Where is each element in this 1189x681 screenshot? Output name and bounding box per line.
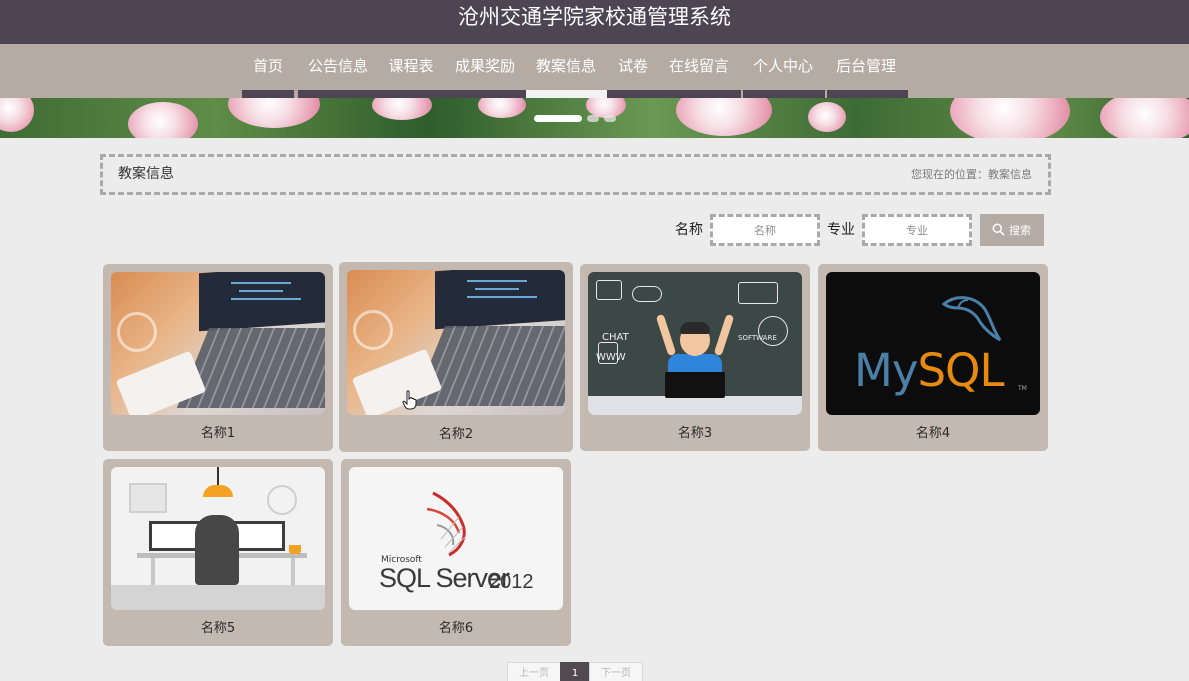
next-page-button[interactable]: 下一页 — [589, 662, 643, 681]
chalk-word: CHAT — [602, 332, 629, 343]
card-thumbnail-sql-server: Microsoft SQL Server 2012 — [349, 467, 563, 610]
laptop-keyboard — [412, 326, 565, 406]
mysql-logo-text: MySQL — [854, 344, 1005, 397]
major-search-input[interactable] — [862, 214, 972, 246]
hand-cursor-icon — [402, 390, 417, 410]
breadcrumb-location: 您现在的位置：教案信息 — [911, 168, 1032, 181]
card-thumbnail-kid-chalkboard: CHAT WWW SOFTWARE — [588, 272, 802, 415]
site-title: 沧州交通学院家校通管理系统 — [458, 5, 731, 29]
lesson-card[interactable]: 名称5 — [103, 459, 333, 646]
nav-underline — [607, 90, 741, 98]
nav-underline — [242, 90, 294, 98]
code-line — [467, 296, 537, 298]
name-field-label: 名称 — [675, 222, 703, 238]
card-name: 名称6 — [438, 621, 474, 636]
lesson-card[interactable]: 名称1 — [103, 264, 333, 451]
code-line — [231, 298, 301, 300]
nav-underline — [827, 90, 908, 98]
card-name: 名称2 — [438, 427, 474, 442]
sql-server-logo-icon — [426, 491, 466, 557]
desk — [588, 396, 802, 415]
laptop — [665, 372, 725, 398]
page-number-current[interactable]: 1 — [560, 662, 590, 681]
banner-flower — [478, 98, 526, 118]
lesson-card[interactable]: MySQL TM 名称4 — [818, 264, 1048, 451]
search-icon — [992, 223, 1005, 236]
person-figure — [195, 515, 239, 585]
lesson-card[interactable]: Microsoft SQL Server 2012 名称6 — [341, 459, 571, 646]
banner-flower — [950, 98, 1070, 138]
banner-flower — [808, 102, 846, 132]
banner-flower — [372, 98, 432, 120]
nav-underline — [743, 90, 825, 98]
doodle-box — [596, 280, 622, 300]
card-thumbnail-office — [111, 467, 325, 610]
page-title: 教案信息 — [118, 166, 174, 182]
banner-flower — [0, 98, 34, 132]
laptop-screen — [199, 272, 325, 332]
card-thumbnail-laptop — [111, 272, 325, 415]
banner-indicator-3[interactable] — [604, 115, 616, 122]
banner-flower — [676, 98, 772, 136]
trademark-mark: TM — [1018, 385, 1027, 392]
desk-leg — [151, 558, 155, 588]
nav-underline — [298, 90, 526, 98]
desk-leg — [291, 558, 295, 588]
chalk-word: WWW — [596, 352, 626, 363]
banner-indicator-2[interactable] — [587, 115, 599, 122]
ring-decoration — [117, 312, 157, 352]
code-line — [231, 282, 291, 284]
lamp-cord — [217, 467, 219, 485]
banner-indicator-1[interactable] — [534, 115, 582, 122]
search-button[interactable]: 搜索 — [980, 214, 1044, 246]
wall-frame — [129, 483, 167, 513]
lesson-card[interactable]: CHAT WWW SOFTWARE 名称3 — [580, 264, 810, 451]
prev-page-button[interactable]: 上一页 — [507, 662, 561, 681]
name-search-input[interactable] — [710, 214, 820, 246]
card-name: 名称5 — [200, 621, 236, 636]
doodle-box — [738, 282, 778, 304]
kid-hair — [680, 322, 710, 334]
card-thumbnail-mysql: MySQL TM — [826, 272, 1040, 415]
major-field-label: 专业 — [827, 222, 855, 238]
mysql-logo-my: My — [854, 344, 918, 397]
code-line — [239, 290, 283, 292]
banner-flower — [228, 98, 320, 128]
clock-icon — [267, 485, 297, 515]
mysql-dolphin-icon — [941, 296, 1002, 342]
nav-underline-active — [526, 90, 607, 98]
kid-arm — [713, 313, 735, 357]
card-name: 名称3 — [677, 426, 713, 441]
ring-decoration — [353, 310, 393, 350]
lamp-icon — [203, 485, 233, 497]
breadcrumb: 教案信息 您现在的位置：教案信息 — [100, 154, 1051, 195]
card-thumbnail-laptop — [347, 270, 565, 415]
chalk-word: SOFTWARE — [738, 334, 777, 342]
mug-icon — [289, 545, 301, 554]
search-button-label: 搜索 — [1009, 224, 1031, 237]
laptop-screen — [435, 270, 565, 330]
laptop-keyboard — [176, 328, 325, 408]
top-header-bar: 沧州交通学院家校通管理系统 — [0, 0, 1189, 44]
floor — [111, 585, 325, 610]
card-name: 名称1 — [200, 426, 236, 441]
mysql-logo-sql: SQL — [917, 344, 1004, 397]
kid-arm — [655, 313, 677, 357]
card-name: 名称4 — [915, 426, 951, 441]
banner-flower — [128, 102, 198, 138]
doodle-bubble — [632, 286, 662, 302]
lesson-card[interactable]: 名称2 — [339, 262, 573, 452]
code-line — [475, 288, 519, 290]
banner-flower — [1100, 98, 1189, 138]
sql-server-version: 2012 — [489, 571, 534, 593]
code-line — [467, 280, 527, 282]
